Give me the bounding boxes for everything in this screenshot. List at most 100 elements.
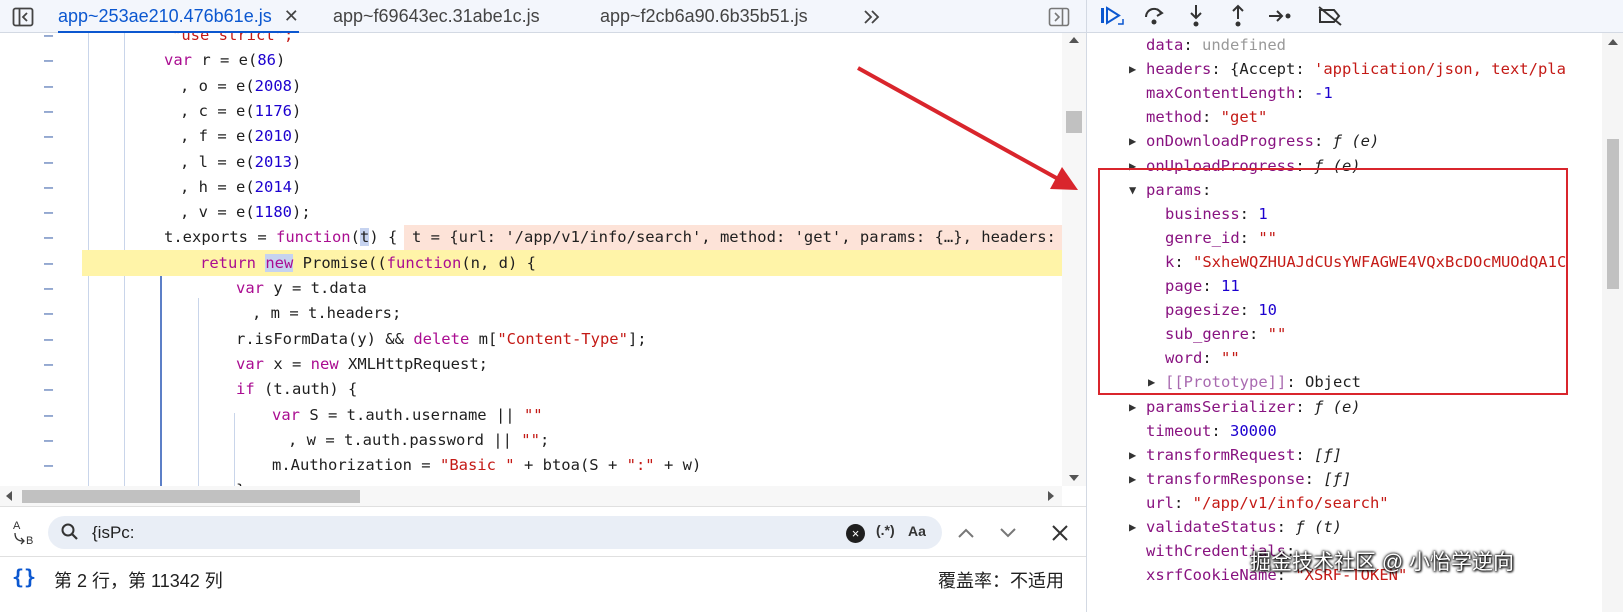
scope-property[interactable]: timeout: 30000 bbox=[1146, 419, 1277, 443]
code-line[interactable]: – var y = t.data bbox=[0, 276, 1062, 301]
property-key: validateStatus bbox=[1146, 518, 1277, 536]
code-line[interactable]: – , l = e(2013) bbox=[0, 150, 1062, 175]
gutter-marker[interactable]: – bbox=[44, 200, 58, 225]
code-line[interactable]: – , h = e(2014) bbox=[0, 175, 1062, 200]
property-value: "/app/v1/info/search" bbox=[1192, 493, 1389, 512]
gutter-marker[interactable]: – bbox=[44, 327, 58, 352]
gutter-marker[interactable]: – bbox=[44, 175, 58, 200]
expand-triangle-icon[interactable]: ▶ bbox=[1129, 129, 1136, 153]
expand-triangle-icon[interactable]: ▶ bbox=[1129, 57, 1136, 81]
more-tabs-icon[interactable] bbox=[855, 0, 889, 33]
scroll-thumb[interactable] bbox=[1066, 111, 1082, 133]
scope-property[interactable]: ▶ transformResponse: [ƒ] bbox=[1129, 467, 1351, 491]
gutter-marker[interactable]: – bbox=[44, 453, 58, 478]
code-line[interactable]: – m.Authorization = "Basic " + btoa(S + "… bbox=[0, 453, 1062, 478]
close-icon[interactable]: ✕ bbox=[284, 6, 299, 27]
code-token: "" bbox=[523, 405, 543, 424]
scope-property[interactable]: maxContentLength: -1 bbox=[1146, 81, 1333, 105]
property-separator: : bbox=[1295, 445, 1314, 464]
gutter-marker[interactable]: – bbox=[44, 352, 58, 377]
property-key: maxContentLength bbox=[1146, 84, 1296, 103]
pretty-print-button[interactable]: {} bbox=[12, 565, 36, 589]
editor-horizontal-scrollbar[interactable] bbox=[0, 486, 1062, 506]
code-line[interactable]: – , m = t.headers; bbox=[0, 301, 1062, 326]
gutter-marker[interactable]: – bbox=[44, 251, 58, 276]
next-match-button[interactable] bbox=[994, 519, 1022, 547]
step-into-icon[interactable] bbox=[1179, 2, 1213, 30]
gutter-marker[interactable]: – bbox=[44, 48, 58, 73]
scroll-up-icon[interactable] bbox=[1069, 37, 1079, 43]
code-line[interactable]: – var S = t.auth.username || "" bbox=[0, 403, 1062, 428]
code-line[interactable]: – , w = t.auth.password || ""; bbox=[0, 428, 1062, 453]
scroll-right-icon[interactable] bbox=[1048, 491, 1054, 501]
expand-triangle-icon[interactable]: ▶ bbox=[1129, 467, 1136, 491]
inline-variable-value[interactable]: t = {url: '/app/v1/info/search', method:… bbox=[404, 225, 1062, 251]
editor-tab-bar: app~253ae210.476b61e.js ✕ app~f69643ec.3… bbox=[0, 0, 1086, 33]
svg-text:A: A bbox=[13, 520, 21, 532]
scope-property[interactable]: ▶ headers: {Accept: 'application/json, te… bbox=[1129, 57, 1566, 81]
code-line[interactable]: – , o = e(2008) bbox=[0, 74, 1062, 99]
previous-match-button[interactable] bbox=[952, 519, 980, 547]
scroll-thumb[interactable] bbox=[22, 490, 360, 503]
expand-triangle-icon[interactable]: ▶ bbox=[1129, 395, 1136, 419]
step-over-icon[interactable] bbox=[1137, 2, 1171, 30]
gutter-marker[interactable]: – bbox=[44, 225, 58, 250]
gutter-marker[interactable]: – bbox=[44, 428, 58, 453]
code-line[interactable]: – var x = new XMLHttpRequest; bbox=[0, 352, 1062, 377]
regex-toggle-button[interactable]: (.*) bbox=[876, 522, 895, 538]
code-line[interactable]: – return new Promise((function(n, d) { bbox=[0, 251, 1062, 276]
deactivate-breakpoints-icon[interactable] bbox=[1313, 2, 1347, 30]
step-out-icon[interactable] bbox=[1221, 2, 1255, 30]
toggle-replace-icon[interactable]: AB bbox=[10, 517, 42, 549]
code-line[interactable]: – var r = e(86) bbox=[0, 48, 1062, 73]
gutter-marker[interactable]: – bbox=[44, 124, 58, 149]
expand-triangle-icon[interactable]: ▶ bbox=[1129, 443, 1136, 467]
code-line[interactable]: – t.exports = function(t) {t = {url: '/ap… bbox=[0, 225, 1062, 251]
gutter-marker[interactable]: – bbox=[44, 74, 58, 99]
code-editor[interactable]: – "use strict"; – var r = e(86) – , o = e(200… bbox=[0, 33, 1062, 486]
editor-vertical-scrollbar[interactable] bbox=[1062, 33, 1086, 486]
gutter-marker[interactable]: – bbox=[44, 276, 58, 301]
search-input[interactable] bbox=[92, 520, 872, 545]
code-line[interactable]: – "use strict"; bbox=[0, 33, 1062, 48]
gutter-marker[interactable]: – bbox=[44, 301, 58, 326]
property-key: transformRequest bbox=[1146, 445, 1296, 464]
toggle-debugger-icon[interactable] bbox=[1042, 0, 1076, 33]
gutter-marker[interactable]: – bbox=[44, 99, 58, 124]
scope-property[interactable]: ▶ transformRequest: [ƒ] bbox=[1129, 443, 1342, 467]
code-text: , o = e(2008) bbox=[180, 74, 301, 99]
tab-file-3[interactable]: app~f2cb6a90.6b35b51.js bbox=[600, 0, 808, 33]
gutter-marker[interactable]: – bbox=[44, 478, 58, 486]
scope-vertical-scrollbar[interactable] bbox=[1602, 33, 1623, 612]
resume-icon[interactable] bbox=[1095, 2, 1129, 30]
toggle-navigator-icon[interactable] bbox=[6, 0, 40, 33]
scope-property[interactable]: ▶ validateStatus: ƒ (t) bbox=[1129, 515, 1342, 539]
tab-file-2[interactable]: app~f69643ec.31abe1c.js bbox=[333, 0, 540, 33]
scope-property[interactable]: ▶ paramsSerializer: ƒ (e) bbox=[1129, 395, 1361, 419]
code-line[interactable]: – , f = e(2010) bbox=[0, 124, 1062, 149]
code-line[interactable]: – r.isFormData(y) && delete m["Content-Ty… bbox=[0, 327, 1062, 352]
step-icon[interactable] bbox=[1263, 2, 1297, 30]
scope-property[interactable]: ▶ onDownloadProgress: ƒ (e) bbox=[1129, 129, 1379, 153]
tab-file-1[interactable]: app~253ae210.476b61e.js ✕ bbox=[58, 0, 299, 33]
scope-property[interactable]: data: undefined bbox=[1146, 33, 1286, 57]
scroll-up-icon[interactable] bbox=[1608, 39, 1618, 45]
close-search-button[interactable] bbox=[1046, 519, 1074, 547]
code-line[interactable]: – , c = e(1176) bbox=[0, 99, 1062, 124]
gutter-marker[interactable]: – bbox=[44, 150, 58, 175]
code-line[interactable]: – if (t.auth) { bbox=[0, 377, 1062, 402]
scope-property[interactable]: url: "/app/v1/info/search" bbox=[1146, 491, 1389, 515]
code-line[interactable]: – , v = e(1180); bbox=[0, 200, 1062, 225]
code-token: "Content-Type" bbox=[497, 329, 628, 348]
match-case-button[interactable]: Aa bbox=[908, 523, 926, 539]
scroll-thumb[interactable] bbox=[1607, 139, 1619, 289]
expand-triangle-icon[interactable]: ▶ bbox=[1129, 515, 1136, 539]
gutter-marker[interactable]: – bbox=[44, 33, 58, 48]
gutter-marker[interactable]: – bbox=[44, 377, 58, 402]
scope-property[interactable]: method: "get" bbox=[1146, 105, 1267, 129]
scroll-left-icon[interactable] bbox=[6, 491, 12, 501]
scroll-down-icon[interactable] bbox=[1069, 475, 1079, 481]
clear-search-button[interactable]: × bbox=[846, 524, 865, 543]
code-line[interactable]: –} bbox=[0, 478, 1062, 486]
gutter-marker[interactable]: – bbox=[44, 403, 58, 428]
